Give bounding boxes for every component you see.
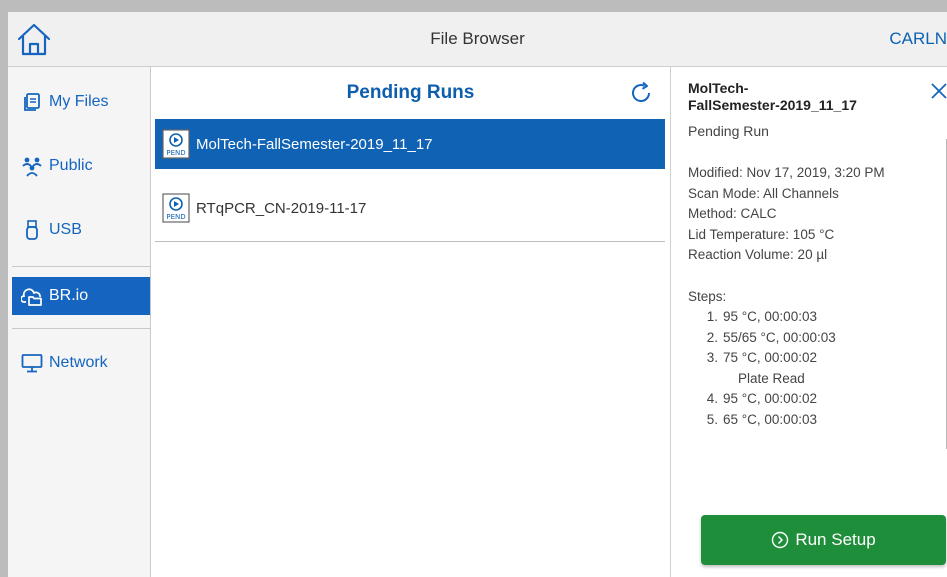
sidebar-divider [12,328,150,329]
pend-badge: PEND [166,213,185,221]
run-setup-label: Run Setup [795,530,876,549]
chevron-circle-icon [772,531,789,549]
close-details-button[interactable] [929,81,947,101]
step-item: 4. 95 °C, 00:00:02 [706,391,817,406]
details-metadata: Modified: Nov 17, 2019, 3:20 PM Scan Mod… [688,163,885,266]
details-file-name-line2: FallSemester-2019_11_17 [688,97,857,113]
my-files-icon [21,91,43,113]
sidebar-item-label: Network [49,354,108,371]
sidebar-item-label: Public [49,157,93,174]
file-name: RTqPCR_CN-2019-11-17 [196,199,367,217]
details-file-name-line1: MolTech- [688,80,749,96]
sidebar-item-public[interactable]: Public [12,147,150,185]
panel-title: Pending Runs [346,82,475,103]
sidebar-item-label: USB [49,221,82,238]
user-name-link[interactable]: CARLN [889,29,947,49]
list-item[interactable]: PEND RTqPCR_CN-2019-11-17 [155,183,665,233]
sidebar-item-br-io[interactable]: BR.io [12,277,150,315]
cloud-folder-icon [21,285,43,307]
details-subtitle: Pending Run [688,123,769,139]
network-monitor-icon [21,352,43,374]
public-users-icon [21,155,43,177]
sidebar: My Files Public USB BR.io Network [8,67,151,577]
lid-temperature-text: Lid Temperature: 105 °C [688,226,835,242]
header-bar: File Browser CARLN [8,12,947,67]
sidebar-item-label: My Files [49,93,109,110]
pend-file-icon: PEND [162,193,190,223]
refresh-button[interactable] [628,80,654,106]
steps-label: Steps: [688,289,727,304]
sidebar-item-label: BR.io [49,287,89,304]
pend-file-icon: PEND [162,129,190,159]
step-note: Plate Read [738,370,805,386]
step-item: 5. 65 °C, 00:00:03 [706,411,817,427]
steps-list[interactable]: 1. 95 °C, 00:00:03 2. 55/65 °C, 00:00:03… [688,307,928,443]
details-file-name: MolTech- FallSemester-2019_11_17 [688,80,903,114]
file-name: MolTech-FallSemester-2019_11_17 [196,135,433,153]
close-icon [931,83,947,99]
pending-runs-panel: Pending Runs PEND MolTech-FallSemester-2… [151,67,671,577]
modified-text: Modified: Nov 17, 2019, 3:20 PM [688,165,885,180]
page-title: File Browser [430,29,525,48]
sidebar-divider [12,266,150,267]
step-item: 2. 55/65 °C, 00:00:03 [706,329,836,345]
row-divider [155,241,665,242]
step-item: 3. 75 °C, 00:00:02 [706,350,817,365]
run-setup-button[interactable]: Run Setup [701,515,946,565]
usb-icon [21,219,43,241]
refresh-icon [632,81,650,102]
list-item[interactable]: PEND MolTech-FallSemester-2019_11_17 [155,119,665,169]
method-text: Method: CALC [688,206,777,221]
app-window: File Browser CARLN My Files Public USB B… [8,12,947,577]
reaction-volume-text: Reaction Volume: 20 µl [688,247,828,262]
scan-mode-text: Scan Mode: All Channels [688,185,839,201]
sidebar-item-usb[interactable]: USB [12,211,150,249]
step-item: 1. 95 °C, 00:00:03 [706,309,817,324]
details-panel: MolTech- FallSemester-2019_11_17 Pending… [671,67,947,577]
sidebar-item-network[interactable]: Network [12,344,150,382]
sidebar-item-my-files[interactable]: My Files [12,83,150,121]
pend-badge: PEND [166,149,185,157]
